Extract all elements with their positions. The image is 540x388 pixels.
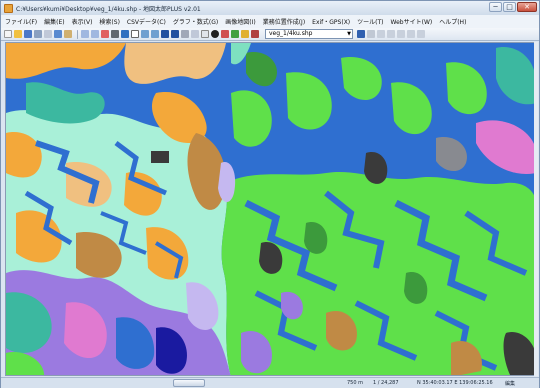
menu-graph[interactable]: グラフ・数式(G) xyxy=(173,17,218,26)
scale-ratio: 1 / 24,287 xyxy=(373,380,399,386)
coordinates-readout: N 35:40:03.17 E 139:06:25.16 xyxy=(417,380,493,386)
copy-icon[interactable] xyxy=(54,30,62,38)
pan-icon[interactable] xyxy=(121,30,129,38)
menu-help[interactable]: ヘルプ(H) xyxy=(439,17,466,26)
frame-icon[interactable] xyxy=(201,30,209,38)
maximize-button[interactable]: □ xyxy=(503,2,516,12)
measure-icon[interactable] xyxy=(191,30,199,38)
menu-image-map[interactable]: 画像地図(I) xyxy=(225,17,255,26)
menu-view[interactable]: 表示(V) xyxy=(72,17,93,26)
fit-icon[interactable] xyxy=(161,30,169,38)
menu-bar: ファイル(F) 編集(E) 表示(V) 検索(S) CSVデータ(C) グラフ・… xyxy=(1,15,539,28)
menu-edit[interactable]: 編集(E) xyxy=(44,17,64,26)
menu-website[interactable]: Webサイト(W) xyxy=(391,17,433,26)
minimize-button[interactable]: ─ xyxy=(489,2,502,12)
layer-dropdown-value: veg_1/4ku.shp xyxy=(269,30,313,37)
undo-icon[interactable] xyxy=(81,30,89,38)
horizontal-scrollbar-thumb[interactable] xyxy=(173,379,205,387)
print-icon[interactable] xyxy=(34,30,42,38)
paste-icon[interactable] xyxy=(64,30,72,38)
menu-tools[interactable]: ツール(T) xyxy=(357,17,383,26)
info-icon[interactable] xyxy=(211,30,219,38)
menu-file[interactable]: ファイル(F) xyxy=(5,17,37,26)
select-icon[interactable] xyxy=(131,30,139,38)
print-preview-icon[interactable] xyxy=(44,30,52,38)
menu-position[interactable]: 業務位置作成(J) xyxy=(263,17,305,26)
zoom-out-icon[interactable] xyxy=(151,30,159,38)
vertex-icon[interactable] xyxy=(377,30,385,38)
map-svg xyxy=(6,43,534,375)
menu-exif-gps[interactable]: Exif・GPS(X) xyxy=(312,17,350,26)
title-bar[interactable]: C:¥Users¥kumi¥Desktop¥veg_1/4ku.shp - 地図… xyxy=(1,1,539,15)
mode-indicator: 編集 xyxy=(505,381,516,387)
status-bar: 750 m 1 / 24,287 N 35:40:03.17 E 139:06:… xyxy=(1,377,539,388)
redo-icon[interactable] xyxy=(91,30,99,38)
app-icon xyxy=(4,3,13,13)
delete-icon[interactable] xyxy=(407,30,415,38)
merge-icon[interactable] xyxy=(397,30,405,38)
menu-search[interactable]: 検索(S) xyxy=(99,17,120,26)
split-icon[interactable] xyxy=(387,30,395,38)
folder-icon[interactable] xyxy=(241,30,249,38)
layer-dropdown[interactable]: veg_1/4ku.shp ▼ xyxy=(265,29,353,39)
chevron-down-icon: ▼ xyxy=(347,31,351,37)
window-title: C:¥Users¥kumi¥Desktop¥veg_1/4ku.shp - 地図… xyxy=(16,5,201,13)
vertical-scrollbar[interactable] xyxy=(534,42,538,376)
new-file-icon[interactable] xyxy=(4,30,12,38)
close-button[interactable]: ✕ xyxy=(517,2,537,12)
app-window: C:¥Users¥kumi¥Desktop¥veg_1/4ku.shp - 地図… xyxy=(0,0,540,388)
pointer-icon[interactable] xyxy=(101,30,109,38)
zoom-in-icon[interactable] xyxy=(141,30,149,38)
layer-settings-icon[interactable] xyxy=(357,30,365,38)
land-polygon xyxy=(151,151,169,163)
toolbar: veg_1/4ku.shp ▼ xyxy=(1,28,539,41)
check-icon[interactable] xyxy=(417,30,425,38)
hand-icon[interactable] xyxy=(111,30,119,38)
map-canvas[interactable] xyxy=(5,42,535,376)
binoculars-icon[interactable] xyxy=(181,30,189,38)
save-icon[interactable] xyxy=(24,30,32,38)
attribute-icon[interactable] xyxy=(251,30,259,38)
menu-csv[interactable]: CSVデータ(C) xyxy=(127,17,166,26)
move-icon[interactable] xyxy=(367,30,375,38)
open-folder-icon[interactable] xyxy=(14,30,22,38)
layer-icon[interactable] xyxy=(221,30,229,38)
polygon-icon[interactable] xyxy=(231,30,239,38)
scale-distance: 750 m xyxy=(347,380,364,386)
full-extent-icon[interactable] xyxy=(171,30,179,38)
